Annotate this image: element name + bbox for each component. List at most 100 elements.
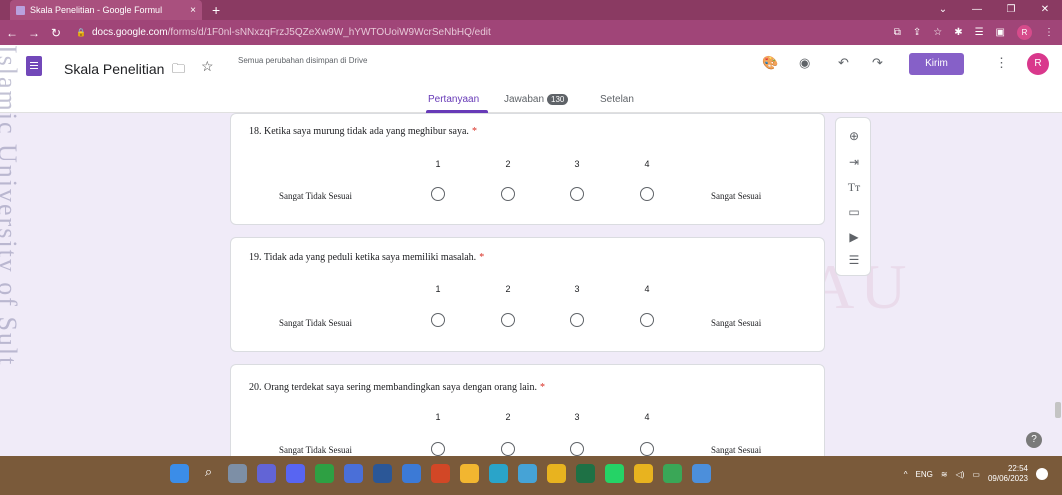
forms-logo-icon[interactable] (26, 56, 42, 76)
browser-tab[interactable]: Skala Penelitian - Google Formul × (10, 0, 202, 20)
browser-tab-title: Skala Penelitian - Google Formul (30, 5, 163, 15)
chevron-down-icon[interactable]: ⌄ (926, 0, 960, 20)
scale-number: 4 (644, 412, 650, 422)
add-question-icon[interactable]: ⊕ (845, 127, 863, 145)
tab-questions[interactable]: Pertanyaan (428, 94, 479, 105)
chevron-up-icon[interactable]: ^ (904, 470, 908, 479)
clock[interactable]: 22:54 09/06/2023 (988, 464, 1028, 484)
edge-icon[interactable] (489, 464, 508, 483)
scale-number: 3 (574, 159, 580, 169)
language-indicator[interactable]: ENG (916, 470, 933, 479)
app-icon[interactable] (518, 464, 537, 483)
share-icon[interactable]: ⇪ (913, 27, 921, 38)
notification-icon[interactable] (1036, 468, 1048, 480)
side-panel-icon[interactable]: ▣ (996, 27, 1005, 38)
star-icon[interactable]: ☆ (201, 58, 214, 75)
windows-start-icon[interactable] (170, 464, 189, 483)
profile-avatar[interactable]: R (1017, 25, 1032, 40)
wifi-icon[interactable]: ≋ (941, 470, 948, 479)
toolbar-icons: ⧉ ⇪ ☆ ✱ ☰ ▣ R ⋮ (894, 20, 1054, 45)
radio-option[interactable] (431, 187, 445, 201)
scrollbar-thumb[interactable] (1055, 402, 1061, 418)
radio-option[interactable] (640, 187, 654, 201)
radio-option[interactable] (431, 442, 445, 456)
translate-icon[interactable]: ⧉ (894, 27, 901, 38)
add-title-icon[interactable]: Tт (845, 178, 863, 196)
photos-icon[interactable] (692, 464, 711, 483)
app-icon[interactable] (663, 464, 682, 483)
question-card-19[interactable]: 19. Tidak ada yang peduli ketika saya me… (230, 237, 825, 352)
chrome-profile-icon[interactable] (634, 464, 653, 483)
tab-responses[interactable]: Jawaban 130 (504, 94, 569, 105)
bookmark-star-icon[interactable]: ☆ (933, 27, 942, 38)
radio-option[interactable] (570, 187, 584, 201)
add-image-icon[interactable]: ▭ (845, 203, 863, 221)
app-icon[interactable] (315, 464, 334, 483)
responses-count-badge: 130 (547, 94, 569, 105)
close-window-icon[interactable]: ✕ (1028, 0, 1062, 20)
undo-icon[interactable]: ↶ (838, 55, 849, 71)
address-bar: ← → ↻ 🔒 docs.google.com/forms/d/1F0nl-sN… (0, 20, 1062, 45)
restore-icon[interactable]: ❐ (994, 0, 1028, 20)
task-view-icon[interactable] (228, 464, 247, 483)
forward-icon[interactable]: → (24, 26, 44, 40)
send-button[interactable]: Kirim (909, 53, 964, 75)
url-field[interactable]: 🔒 docs.google.com/forms/d/1F0nl-sNNxzqFr… (76, 27, 491, 38)
reload-icon[interactable]: ↻ (46, 26, 66, 40)
back-icon[interactable]: ← (2, 26, 22, 40)
close-tab-icon[interactable]: × (190, 5, 196, 16)
battery-icon[interactable]: ▭ (972, 470, 980, 479)
scale-number: 1 (435, 159, 441, 169)
question-card-18[interactable]: 18. Ketika saya murung tidak ada yang me… (230, 113, 825, 225)
teams-icon[interactable] (257, 464, 276, 483)
scale-number: 3 (574, 412, 580, 422)
radio-option[interactable] (640, 442, 654, 456)
high-label: Sangat Sesuai (711, 318, 762, 328)
browser-menu-icon[interactable]: ⋮ (1044, 27, 1054, 38)
radio-option[interactable] (640, 313, 654, 327)
whatsapp-icon[interactable] (605, 464, 624, 483)
redo-icon[interactable]: ↷ (872, 55, 883, 71)
clock-time: 22:54 (1007, 464, 1028, 473)
chrome-icon[interactable] (547, 464, 566, 483)
folder-icon[interactable]: 🗀 (172, 60, 185, 82)
app-icon[interactable] (344, 464, 363, 483)
palette-icon[interactable]: 🎨 (762, 55, 778, 71)
app-icon[interactable] (402, 464, 421, 483)
add-video-icon[interactable]: ▶ (845, 228, 863, 246)
radio-option[interactable] (570, 313, 584, 327)
high-label: Sangat Sesuai (711, 191, 762, 201)
user-avatar[interactable]: R (1027, 53, 1049, 75)
new-tab-button[interactable]: + (212, 2, 220, 18)
radio-option[interactable] (431, 313, 445, 327)
add-section-icon[interactable]: ☰ (845, 251, 863, 269)
import-questions-icon[interactable]: ⇥ (845, 153, 863, 171)
preview-eye-icon[interactable]: ◉ (799, 55, 810, 71)
radio-option[interactable] (501, 313, 515, 327)
radio-option[interactable] (570, 442, 584, 456)
tab-settings[interactable]: Setelan (600, 94, 634, 105)
word-icon[interactable] (373, 464, 392, 483)
extensions-icon[interactable]: ✱ (954, 27, 962, 38)
url-host: docs.google.com (91, 27, 168, 38)
scale-number: 1 (435, 284, 441, 294)
high-label: Sangat Sesuai (711, 445, 762, 455)
form-tabs: Pertanyaan Jawaban 130 Setelan (0, 93, 1062, 113)
search-icon[interactable]: ⌕ (199, 464, 218, 483)
scale-number: 4 (644, 284, 650, 294)
minimize-icon[interactable]: — (960, 0, 994, 20)
scale-number: 1 (435, 412, 441, 422)
window-controls: ⌄ — ❐ ✕ (926, 0, 1062, 20)
form-title[interactable]: Skala Penelitian (64, 61, 164, 77)
radio-option[interactable] (501, 187, 515, 201)
scale-number: 4 (644, 159, 650, 169)
discord-icon[interactable] (286, 464, 305, 483)
more-options-icon[interactable]: ⋮ (995, 55, 1008, 71)
volume-icon[interactable]: ◁) (956, 470, 965, 479)
file-explorer-icon[interactable] (460, 464, 479, 483)
powerpoint-icon[interactable] (431, 464, 450, 483)
help-icon[interactable]: ? (1026, 432, 1042, 448)
reading-list-icon[interactable]: ☰ (975, 27, 984, 38)
excel-icon[interactable] (576, 464, 595, 483)
radio-option[interactable] (501, 442, 515, 456)
